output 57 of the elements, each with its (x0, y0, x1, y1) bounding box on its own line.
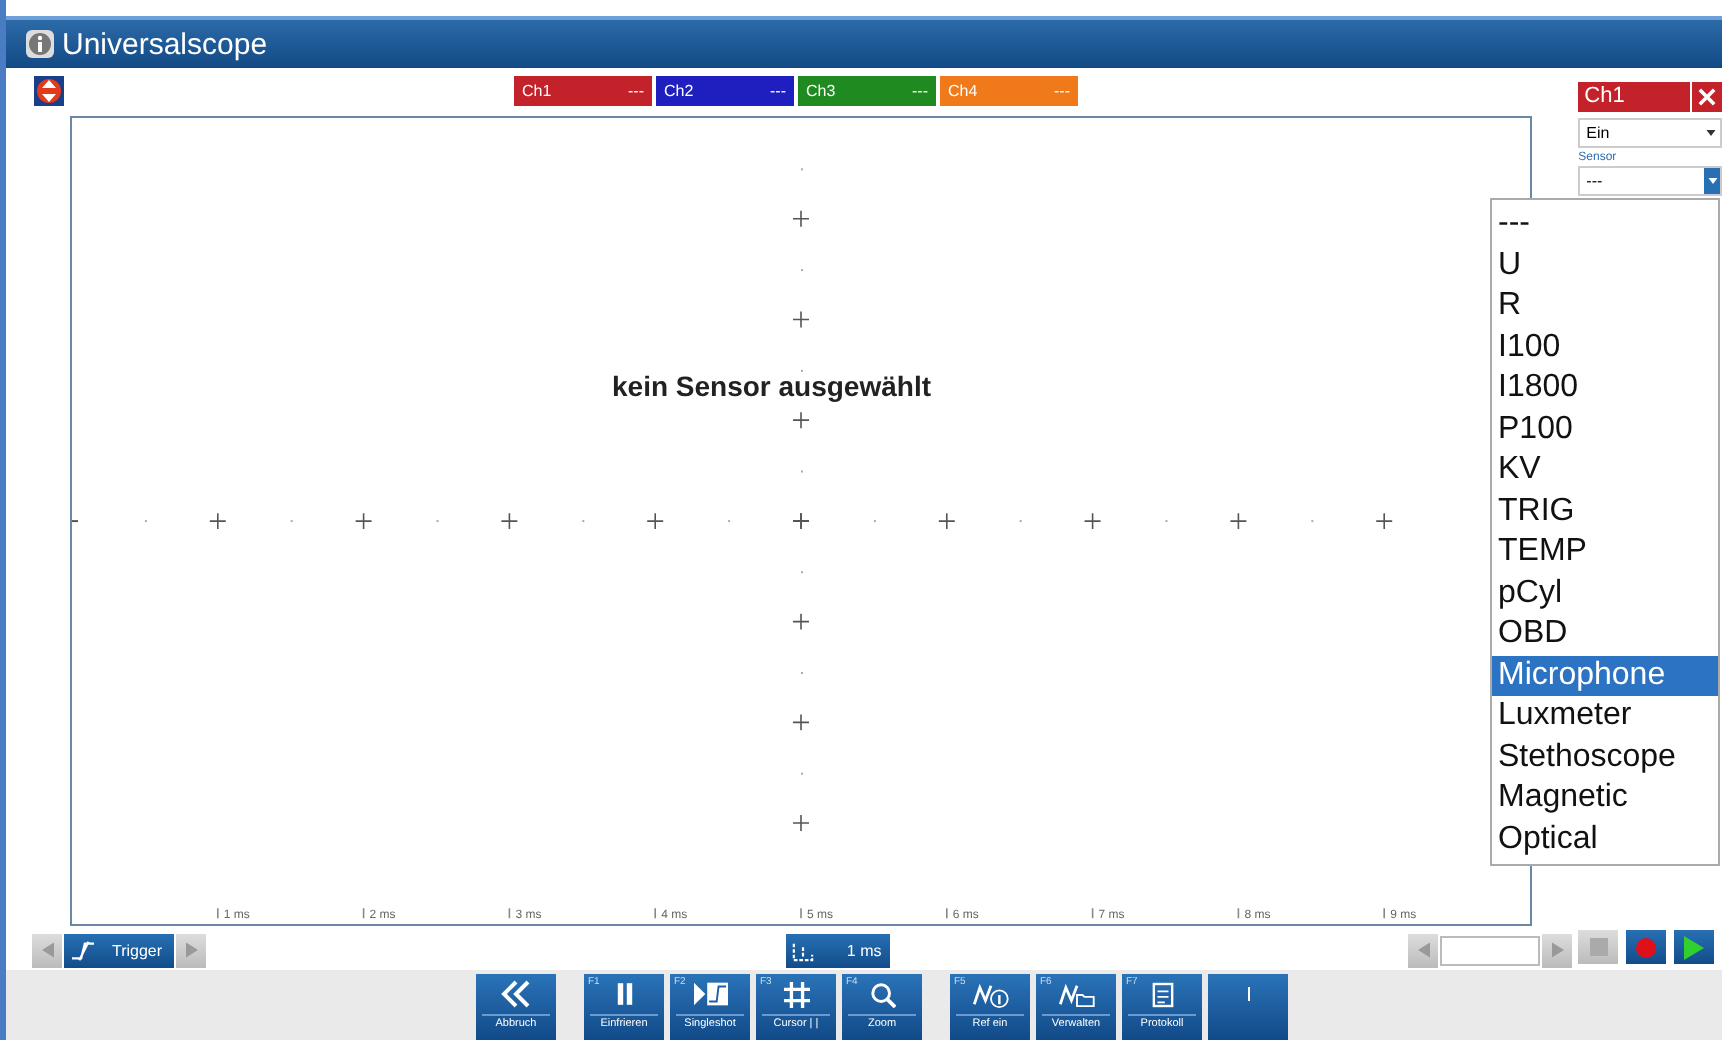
timebase-button[interactable]: 1 ms (785, 933, 890, 968)
left-arrow-button[interactable] (32, 933, 62, 968)
trigger-edge-icon (70, 939, 96, 962)
double-chevron-icon (500, 980, 532, 1008)
close-icon (1698, 88, 1716, 106)
stop-icon (1589, 938, 1608, 956)
right-triangle-icon (185, 942, 197, 959)
swap-icon[interactable] (34, 76, 64, 107)
record-button[interactable] (1626, 930, 1667, 964)
left-arrow-button[interactable] (1408, 933, 1439, 968)
timebase-icon (792, 939, 815, 962)
dropdown-option[interactable]: Stethoscope (1492, 737, 1718, 778)
dropdown-option[interactable]: TEMP (1492, 532, 1718, 573)
dropdown-option[interactable]: R (1492, 286, 1718, 327)
dropdown-option[interactable]: Microphone (1492, 655, 1718, 696)
dropdown-option[interactable]: TRIG (1492, 491, 1718, 532)
input-field[interactable] (1440, 935, 1541, 966)
channel-title: Ch1 (1578, 82, 1690, 112)
dropdown-option[interactable]: pCyl (1492, 573, 1718, 614)
channel-tab[interactable]: Ch1 --- (514, 76, 652, 107)
dropdown-option[interactable]: P100 (1492, 409, 1718, 450)
search-icon (869, 981, 895, 1007)
info-icon (26, 30, 54, 58)
waveform-folder-icon (1057, 981, 1095, 1007)
dropdown-option[interactable]: U (1492, 245, 1718, 286)
singleshot-icon (693, 982, 727, 1006)
dropdown-option[interactable]: --- (1492, 204, 1718, 245)
dropdown-option[interactable]: Magnetic (1492, 778, 1718, 819)
trigger-button[interactable]: Trigger (64, 933, 174, 968)
channel-tab[interactable]: Ch3 --- (798, 76, 936, 107)
document-icon (1151, 981, 1173, 1007)
dropdown-option[interactable]: I1800 (1492, 368, 1718, 409)
play-button[interactable] (1674, 930, 1715, 964)
dropdown-option[interactable]: OBD (1492, 614, 1718, 655)
close-button[interactable] (1692, 82, 1722, 112)
mode-select[interactable]: Ein (1578, 118, 1722, 148)
hash-icon (783, 981, 809, 1007)
status-message: kein Sensor ausgewählt (612, 369, 931, 402)
left-triangle-icon (41, 942, 53, 959)
window-title: Universalscope (62, 27, 268, 61)
caret-icon (1706, 130, 1716, 136)
play-icon (1684, 935, 1705, 959)
dropdown-option[interactable]: Luxmeter (1492, 696, 1718, 737)
right-arrow-button[interactable] (176, 933, 206, 968)
right-arrow-button[interactable] (1542, 933, 1573, 968)
sensor-select[interactable]: --- (1578, 166, 1722, 196)
blank-button[interactable] (1208, 974, 1288, 1040)
dropdown-option[interactable]: Optical (1492, 819, 1718, 860)
record-icon (1636, 937, 1657, 957)
caret-icon (1707, 178, 1717, 184)
pause-icon (615, 982, 633, 1006)
dropdown-option[interactable]: I100 (1492, 327, 1718, 368)
left-triangle-icon (1417, 942, 1430, 959)
dropdown-option[interactable]: KV (1492, 450, 1718, 491)
channel-tab[interactable]: Ch2 --- (656, 76, 794, 107)
right-triangle-icon (1551, 942, 1564, 959)
waveform-info-icon (971, 981, 1009, 1007)
